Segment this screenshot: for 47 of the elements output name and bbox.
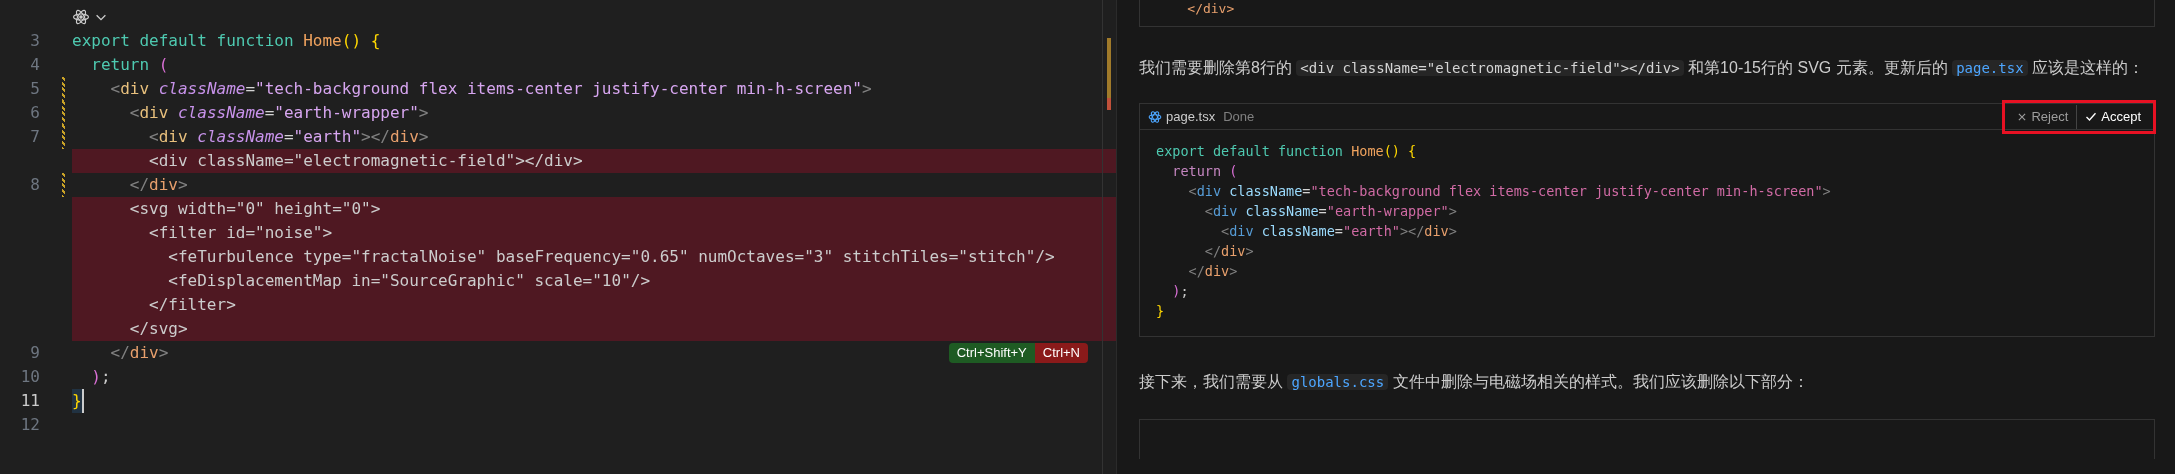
code-line: <feTurbulence type="fractalNoise" baseFrequency="0.65" numOctaves="3" stitchTiles="stitch"/>: [167, 246, 1055, 268]
code-line: <div className="electromagnetic-field"></div>: [148, 150, 583, 172]
status-label: Done: [1223, 107, 1255, 126]
code-line: <div className="earth"></div>: [148, 126, 429, 148]
chat-paragraph: 接下来，我们需要从 globals.css 文件中删除与电磁场相关的样式。我们应该删除以下部分：: [1139, 372, 1810, 392]
line-number: 11: [20, 391, 40, 410]
code-line: </div>: [1203, 243, 1254, 259]
check-icon: [2085, 110, 2098, 123]
shortcut-button[interactable]: Ctrl+Shift+Y: [948, 343, 1035, 363]
code-line: export default function Home() {: [72, 30, 381, 52]
code-line: return (: [1171, 163, 1238, 179]
code-line: <svg width="0" height="0">: [128, 198, 381, 220]
code-line: <div className="earth-wrapper">: [128, 102, 429, 124]
code-line: <div className="earth"></div>: [1220, 223, 1457, 239]
atom-icon[interactable]: [72, 8, 90, 26]
line-number: 12: [20, 415, 40, 434]
line-number: 4: [30, 55, 40, 74]
code-line: <div className="tech-background flex items-center justify-center min-h-screen">: [1187, 183, 1831, 199]
line-number: 5: [30, 79, 40, 98]
code-line: </div>: [109, 342, 169, 364]
line-number: 8: [30, 175, 40, 194]
line-number: 3: [30, 31, 40, 50]
file-name: page.tsx: [1166, 107, 1216, 126]
close-icon: [2017, 111, 2028, 122]
code-line: return (: [90, 54, 169, 76]
shortcut-button[interactable]: Ctrl+N: [1034, 343, 1088, 363]
code-line: );: [90, 366, 111, 388]
code-line: </div>: [128, 174, 188, 196]
code-line: export default function Home() {: [1156, 143, 1417, 159]
accept-button[interactable]: Accept: [2076, 104, 2149, 129]
code-line: <div className="earth-wrapper">: [1203, 203, 1457, 219]
code-line: <filter id="noise">: [148, 222, 333, 244]
chat-paragraph: 我们需要删除第8行的 <div className="electromagnetic-field"></div> 和第10-15行的 SVG 元素。更新后的 page.tsx 应该是这样的：: [1139, 58, 2146, 78]
code-line: <feDisplacementMap in="SourceGraphic" scale="10"/>: [167, 270, 651, 292]
line-number: 9: [30, 343, 40, 362]
code-line: </filter>: [148, 294, 236, 316]
code-line: </div>: [1187, 263, 1238, 279]
atom-icon: [1148, 109, 1162, 124]
code-line: <div className="tech-background flex items-center justify-center min-h-screen">: [109, 78, 872, 100]
line-number: 10: [20, 367, 40, 386]
reject-button[interactable]: Reject: [2009, 104, 2077, 129]
code-line: }: [1156, 303, 1165, 319]
line-number: 6: [30, 103, 40, 122]
line-number: 7: [30, 127, 40, 146]
code-line: </div>: [1186, 2, 1235, 16]
code-line: </svg>: [128, 318, 188, 340]
code-line: );: [1171, 283, 1189, 299]
